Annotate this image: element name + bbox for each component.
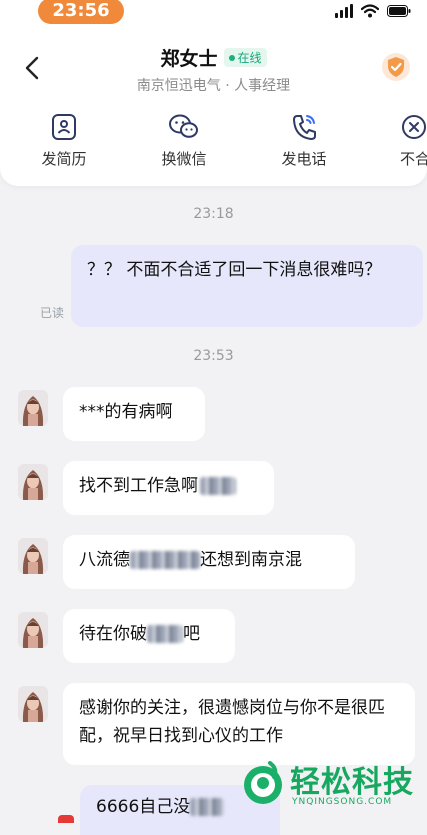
watermark-title: 轻松科技 xyxy=(290,765,414,800)
message-text: 找不到工作急啊 xyxy=(79,476,198,496)
avatar[interactable] xyxy=(18,686,48,722)
avatar-image xyxy=(18,390,48,426)
incoming-message[interactable]: 感谢你的关注，很遗憾岗位与你不是很匹配，祝早日找到心仪的工作 xyxy=(63,683,415,765)
send-resume-label: 发简历 xyxy=(41,150,87,168)
pixelated-text xyxy=(190,798,225,816)
incoming-message[interactable]: 待在你破 吧 xyxy=(63,609,235,663)
online-badge: 在线 xyxy=(223,48,267,67)
reject-icon xyxy=(402,115,426,139)
chat-timestamp: 23:18 xyxy=(193,206,234,222)
message-text: 6666自己没 xyxy=(96,797,191,817)
outgoing-message[interactable]: ？？ 不面不合适了回一下消息很难吗？ xyxy=(71,245,423,327)
verified-badge-icon[interactable] xyxy=(381,52,411,82)
message-text: 还想到南京混 xyxy=(200,550,302,570)
contact-subtitle: 南京恒迅电气 · 人事经理 xyxy=(136,78,291,94)
wifi-icon xyxy=(361,4,379,18)
system-icons xyxy=(335,4,411,18)
watermark-subtitle: YNQINGSONG.COM xyxy=(292,797,393,807)
incoming-message[interactable]: ***的有病啊 xyxy=(63,387,205,441)
online-label: 在线 xyxy=(237,51,262,65)
contact-name: 郑女士 xyxy=(160,48,218,70)
failed-send-icon[interactable] xyxy=(58,815,74,823)
wechat-icon xyxy=(169,114,198,138)
avatar[interactable] xyxy=(18,464,48,500)
avatar-image xyxy=(18,686,48,722)
call-phone-button[interactable]: 发电话 xyxy=(259,112,349,169)
avatar-image xyxy=(18,538,48,574)
not-suitable-label: 不合 xyxy=(400,150,427,168)
online-dot-icon xyxy=(228,54,235,61)
avatar-image xyxy=(18,612,48,648)
send-resume-button[interactable]: 发简历 xyxy=(19,112,109,169)
phone-icon xyxy=(293,115,316,140)
avatar[interactable] xyxy=(18,538,48,574)
status-bar: 23:56 xyxy=(0,0,427,28)
not-suitable-button[interactable]: 不合 xyxy=(372,112,427,169)
call-phone-label: 发电话 xyxy=(281,150,327,168)
exchange-wechat-label: 换微信 xyxy=(161,150,207,168)
signal-icon xyxy=(335,4,353,18)
status-time: 23:56 xyxy=(38,0,124,24)
chat-title: 郑女士 在线 南京恒迅电气 · 人事经理 xyxy=(0,44,427,95)
avatar[interactable] xyxy=(18,390,48,426)
incoming-message[interactable]: 找不到工作急啊 xyxy=(63,461,274,515)
avatar[interactable] xyxy=(18,612,48,648)
avatar-image xyxy=(18,464,48,500)
message-text: 八流德 xyxy=(79,550,130,570)
pixelated-text xyxy=(130,551,200,569)
chat-timestamp: 23:53 xyxy=(193,348,234,364)
incoming-message[interactable]: 八流德 还想到南京混 xyxy=(63,535,355,589)
pixelated-text xyxy=(147,625,183,643)
read-status: 已读 xyxy=(40,306,65,320)
message-text: 待在你破 xyxy=(79,624,147,644)
exchange-wechat-button[interactable]: 换微信 xyxy=(139,112,229,169)
watermark-logo-icon xyxy=(244,761,282,804)
site-watermark: 轻松科技 YNQINGSONG.COM xyxy=(240,757,425,813)
message-text: 吧 xyxy=(183,624,200,644)
battery-icon xyxy=(387,5,411,17)
pixelated-text xyxy=(200,477,236,495)
action-bar: 发简历 换微信 发电话 不合 xyxy=(0,112,427,182)
resume-icon xyxy=(52,114,76,140)
